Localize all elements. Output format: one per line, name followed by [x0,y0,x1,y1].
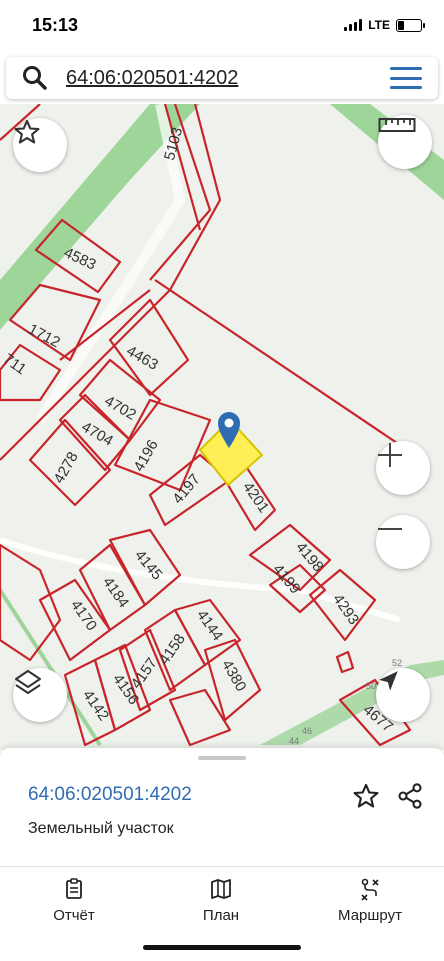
signal-icon [344,19,363,31]
tab-route[interactable]: Маршрут [310,877,430,925]
status-bar: 15:13 LTE [0,0,444,52]
plot-label: 711 [0,350,29,378]
report-icon [66,878,82,899]
plot-info-sheet[interactable]: 64:06:020501:4202 Земельный участок [0,748,444,868]
battery-icon [396,18,425,32]
ruler-icon [378,118,416,132]
layers-icon [15,670,41,694]
tab-plan-label: План [202,907,240,924]
plus-icon [378,443,402,467]
tab-route-label: Маршрут [338,907,402,924]
house-number: 52 [392,658,402,668]
tab-report[interactable]: Отчёт [14,877,134,925]
my-location-button[interactable] [376,668,430,722]
house-number: 44 [289,736,299,746]
plot-label: 4144 [193,607,226,644]
search-input[interactable]: 64:06:020501:4202 [66,67,238,90]
home-indicator[interactable] [143,945,301,950]
plot-label: 4463 [124,342,161,373]
network-label: LTE [368,18,390,32]
plot-label: 4278 [50,449,81,486]
map-plan-icon [211,879,231,899]
tab-plan[interactable]: План [161,877,281,925]
search-icon[interactable] [22,65,48,91]
sheet-drag-handle[interactable] [198,756,246,760]
plot-label: 1712 [25,321,62,352]
star-icon[interactable] [352,782,380,810]
minus-icon [378,528,402,530]
route-icon [361,878,379,901]
map-view[interactable]: 5103 4583 1712 711 4463 4702 4704 4196 4… [0,104,444,750]
menu-icon[interactable] [390,67,422,89]
plot-label: 4158 [156,631,189,668]
navigation-arrow-icon [379,671,398,691]
cadastral-map[interactable]: 5103 4583 1712 711 4463 4702 4704 4196 4… [0,104,444,750]
layers-button[interactable] [13,668,67,722]
status-indicators: LTE [344,18,425,32]
search-bar[interactable]: 64:06:020501:4202 [6,57,438,99]
ruler-button[interactable] [378,115,432,169]
tab-report-label: Отчёт [53,907,95,924]
plot-label: 4196 [130,437,161,474]
plot-label: 4380 [218,657,249,694]
status-time: 15:13 [32,15,79,35]
plot-cadastral-number[interactable]: 64:06:020501:4202 [28,784,192,806]
plot-type: Земельный участок [28,820,174,837]
favorite-button[interactable] [13,118,67,172]
star-icon [14,119,40,144]
sheet-actions [352,782,424,810]
zoom-in-button[interactable] [376,441,430,495]
house-number: 46 [302,726,312,736]
zoom-out-button[interactable] [376,515,430,569]
house-number: 50 [366,681,376,691]
plot-label: 4583 [61,244,98,274]
plot-label: 4184 [99,574,132,611]
share-icon[interactable] [396,782,424,810]
